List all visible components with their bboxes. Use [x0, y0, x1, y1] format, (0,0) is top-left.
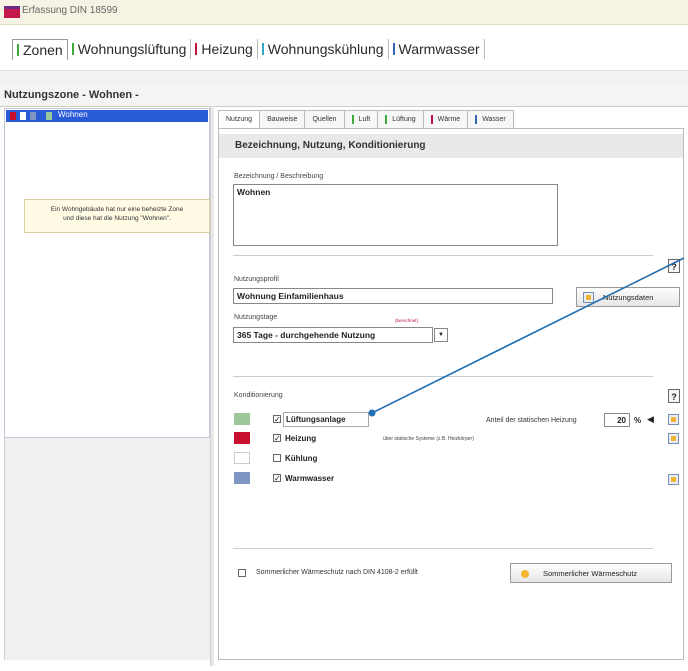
annotation-arrow — [368, 257, 685, 417]
